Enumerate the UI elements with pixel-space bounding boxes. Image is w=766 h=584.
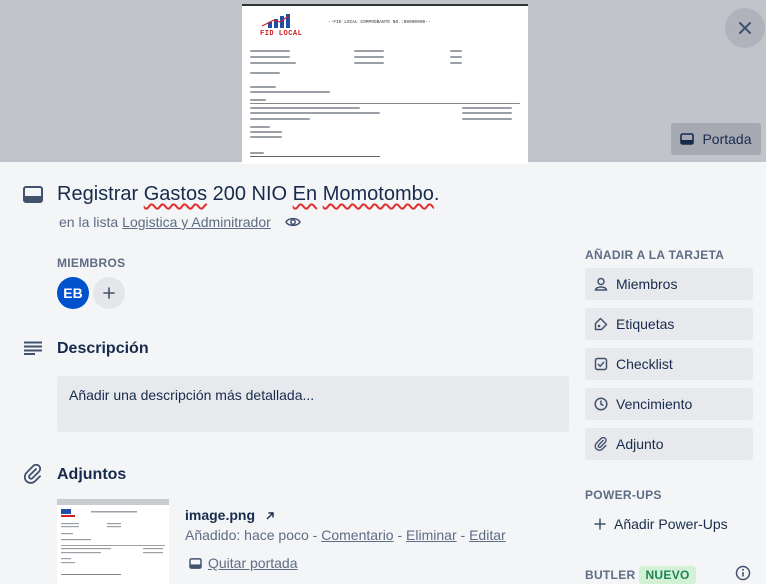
description-placeholder: Añadir una descripción más detallada... [69, 387, 315, 403]
plus-icon [594, 518, 606, 530]
doc-line [450, 62, 462, 64]
fid-logo-icon [261, 14, 291, 28]
doc-line [250, 99, 266, 101]
description-input[interactable]: Añadir una descripción más detallada... [57, 376, 569, 432]
cover-button[interactable]: Portada [671, 123, 761, 155]
doc-line [250, 72, 280, 74]
doc-line [250, 118, 310, 120]
doc-line [250, 103, 520, 104]
add-to-card-label: AÑADIR A LA TARJETA [585, 248, 725, 262]
delete-link[interactable]: Eliminar [406, 527, 457, 543]
attachment-thumbnail[interactable] [57, 499, 169, 584]
sidebar-due-date-button[interactable]: Vencimiento [585, 388, 753, 420]
doc-line [250, 131, 282, 133]
person-icon [594, 277, 608, 291]
doc-line [250, 112, 380, 114]
doc-line [462, 118, 512, 120]
card-cover: FID LOCAL --FID LOCAL COMPROBANTE NO.:00… [0, 0, 766, 164]
attachments-heading: Adjuntos [57, 466, 127, 483]
doc-line [250, 91, 330, 93]
paperclip-icon [24, 464, 42, 484]
avatar[interactable]: EB [57, 277, 89, 309]
checklist-icon [594, 357, 608, 371]
comment-link[interactable]: Comentario [321, 527, 393, 543]
external-link-icon [266, 512, 274, 520]
doc-brand: FID LOCAL [260, 30, 303, 38]
card-icon [23, 186, 43, 203]
card-list-info: en la lista Logistica y Adminitrador [59, 214, 301, 230]
doc-line [250, 126, 270, 128]
doc-line [250, 56, 290, 58]
close-icon [739, 22, 751, 34]
description-heading: Descripción [57, 340, 149, 357]
sidebar-attachment-button[interactable]: Adjunto [585, 428, 753, 460]
card-cover-icon [189, 557, 202, 569]
add-powerups-button[interactable]: Añadir Power-Ups [585, 508, 753, 540]
attachment-name[interactable]: image.png [185, 507, 275, 523]
tag-icon [594, 317, 608, 331]
card-cover-icon [680, 133, 695, 145]
attachment-preview-image [61, 509, 165, 575]
plus-icon [103, 287, 115, 299]
doc-line [450, 56, 462, 58]
card-title[interactable]: Registrar Gastos 200 NIO En Momotombo. [57, 183, 439, 206]
eye-icon[interactable] [284, 216, 301, 228]
sidebar-checklist-button[interactable]: Checklist [585, 348, 753, 380]
doc-line [450, 50, 462, 52]
close-button[interactable] [725, 8, 765, 48]
info-icon[interactable] [735, 565, 751, 581]
edit-link[interactable]: Editar [469, 527, 506, 543]
doc-line [250, 107, 360, 109]
doc-line [462, 107, 512, 109]
remove-cover-button[interactable]: Quitar portada [189, 555, 298, 571]
doc-title: --FID LOCAL COMPROBANTE NO.:00000000-- [328, 20, 431, 25]
sidebar-labels-button[interactable]: Etiquetas [585, 308, 753, 340]
doc-line [354, 50, 384, 52]
clock-icon [594, 397, 608, 411]
butler-label: BUTLER NUEVO [585, 566, 696, 584]
in-list-prefix: en la lista [59, 214, 119, 230]
members-label: MIEMBROS [57, 256, 126, 270]
description-icon [24, 341, 42, 355]
remove-cover-label: Quitar portada [208, 555, 298, 571]
doc-line [250, 152, 264, 154]
doc-line [250, 136, 282, 138]
cover-button-label: Portada [702, 131, 752, 147]
powerups-label: POWER-UPS [585, 488, 662, 502]
paperclip-icon [594, 437, 607, 451]
doc-line [354, 56, 384, 58]
doc-line [250, 50, 290, 52]
new-badge: NUEVO [639, 566, 696, 584]
doc-line [462, 112, 512, 114]
signature-line [250, 156, 380, 157]
add-member-button[interactable] [93, 277, 125, 309]
list-link[interactable]: Logistica y Adminitrador [122, 214, 271, 230]
attachment-meta: Añadido: hace poco - Comentario - Elimin… [185, 527, 506, 543]
cover-document-image: FID LOCAL --FID LOCAL COMPROBANTE NO.:00… [242, 4, 528, 164]
doc-line [250, 86, 276, 88]
doc-line [250, 62, 296, 64]
sidebar-members-button[interactable]: Miembros [585, 268, 753, 300]
doc-line [354, 62, 384, 64]
